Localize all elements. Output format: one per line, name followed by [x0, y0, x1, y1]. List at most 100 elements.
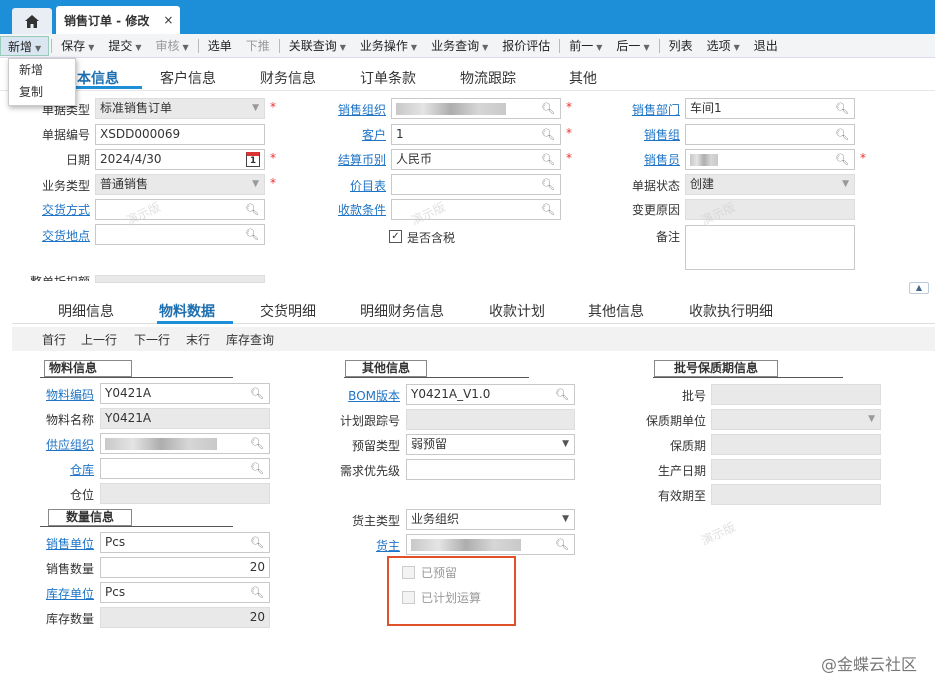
delivery-place-label[interactable]: 交货地点 [34, 227, 90, 244]
calendar-icon[interactable]: 1 [246, 152, 260, 167]
material-code-label[interactable]: 物料编码 [30, 386, 94, 403]
search-icon[interactable]: 🔍︎ [555, 385, 569, 404]
toolbar-button-13[interactable]: 选项 ▼ [700, 36, 747, 56]
owner-type-select[interactable]: 业务组织 ▼ [406, 509, 575, 530]
toolbar-button-7[interactable]: 业务操作 ▼ [353, 36, 424, 56]
tab-customer-info[interactable]: 客户信息 [160, 68, 216, 88]
sales-dept-field[interactable]: 车间1 🔍︎ [685, 98, 855, 119]
sales-qty-field[interactable]: 20 [100, 557, 270, 578]
first-row-button[interactable]: 首行 [42, 331, 66, 348]
biz-type-field[interactable]: 普通销售 ▼ [95, 174, 265, 195]
collapse-icon[interactable]: ▲ [909, 282, 929, 294]
toolbar-button-11[interactable]: 后一 ▼ [609, 36, 656, 56]
doc-no-field[interactable]: XSDD000069 [95, 124, 265, 145]
search-icon[interactable]: 🔍︎ [835, 99, 849, 118]
home-tab[interactable] [12, 8, 52, 34]
tab-finance-info[interactable]: 财务信息 [260, 68, 316, 88]
document-tab[interactable]: 销售订单 - 修改 × [56, 6, 180, 34]
search-icon[interactable]: 🔍︎ [541, 150, 555, 169]
date-field[interactable]: 2024/4/30 1 [95, 149, 265, 170]
sales-org-label[interactable]: 销售组织 [320, 101, 386, 118]
material-code-field[interactable]: Y0421A 🔍︎ [100, 383, 270, 404]
customer-label[interactable]: 客户 [320, 126, 386, 143]
tab-other[interactable]: 其他 [569, 68, 597, 88]
toolbar-button-4[interactable]: 选单 [201, 36, 239, 56]
owner-field[interactable]: 🔍︎ [406, 534, 575, 555]
tab-basic-info[interactable]: 本信息 [77, 68, 119, 88]
close-icon[interactable]: × [163, 13, 173, 27]
toolbar-button-8[interactable]: 业务查询 ▼ [424, 36, 495, 56]
search-icon[interactable]: 🔍︎ [835, 150, 849, 169]
currency-field[interactable]: 人民币 🔍︎ [391, 149, 561, 170]
tab-receipt-execution[interactable]: 收款执行明细 [689, 301, 773, 321]
last-row-button[interactable]: 末行 [186, 331, 210, 348]
tab-order-terms[interactable]: 订单条款 [360, 68, 416, 88]
toolbar-button-10[interactable]: 前一 ▼ [562, 36, 609, 56]
search-icon[interactable]: 🔍︎ [541, 99, 555, 118]
tab-delivery-detail[interactable]: 交货明细 [260, 301, 316, 321]
search-icon[interactable]: 🔍︎ [541, 175, 555, 194]
search-icon[interactable]: 🔍︎ [250, 434, 264, 453]
search-icon[interactable]: 🔍︎ [835, 125, 849, 144]
chevron-down-icon: ▼ [339, 42, 346, 52]
price-list-field[interactable]: 🔍︎ [391, 174, 561, 195]
search-icon[interactable]: 🔍︎ [250, 384, 264, 403]
salesman-label[interactable]: 销售员 [610, 151, 680, 168]
search-icon[interactable]: 🔍︎ [250, 459, 264, 478]
demand-priority-field[interactable] [406, 459, 575, 480]
search-icon[interactable]: 🔍︎ [245, 200, 259, 219]
tab-logistics[interactable]: 物流跟踪 [460, 68, 516, 88]
reserve-type-select[interactable]: 弱预留 ▼ [406, 434, 575, 455]
toolbar-button-1[interactable]: 保存 ▼ [54, 36, 101, 56]
supply-org-label[interactable]: 供应组织 [30, 436, 94, 453]
menu-item-copy[interactable]: 复制 [9, 81, 75, 103]
warehouse-field[interactable]: 🔍︎ [100, 458, 270, 479]
sales-unit-label[interactable]: 销售单位 [30, 535, 94, 552]
warehouse-label[interactable]: 仓库 [30, 461, 94, 478]
toolbar-button-12[interactable]: 列表 [662, 36, 700, 56]
sales-unit-field[interactable]: Pcs 🔍︎ [100, 532, 270, 553]
stock-query-button[interactable]: 库存查询 [226, 331, 274, 348]
sales-org-field[interactable]: 🔍︎ [391, 98, 561, 119]
salesman-field[interactable]: 🔍︎ [685, 149, 855, 170]
toolbar-button-6[interactable]: 关联查询 ▼ [282, 36, 353, 56]
bom-label[interactable]: BOM版本 [330, 387, 400, 404]
sales-group-label[interactable]: 销售组 [610, 126, 680, 143]
toolbar-button-9[interactable]: 报价评估 [495, 36, 557, 56]
remark-textarea[interactable] [685, 225, 855, 270]
owner-label[interactable]: 货主 [330, 537, 400, 554]
search-icon[interactable]: 🔍︎ [250, 583, 264, 602]
search-icon[interactable]: 🔍︎ [555, 535, 569, 554]
partial-field[interactable] [95, 275, 265, 283]
sales-group-field[interactable]: 🔍︎ [685, 124, 855, 145]
prev-row-button[interactable]: 上一行 [81, 331, 117, 348]
tab-receipt-plan[interactable]: 收款计划 [489, 301, 545, 321]
tab-other-info[interactable]: 其他信息 [588, 301, 644, 321]
sales-dept-label[interactable]: 销售部门 [610, 101, 680, 118]
delivery-method-field[interactable]: 🔍︎ [95, 199, 265, 220]
menu-item-new[interactable]: 新增 [9, 59, 75, 81]
next-row-button[interactable]: 下一行 [134, 331, 170, 348]
toolbar-button-2[interactable]: 提交 ▼ [101, 36, 148, 56]
price-list-label[interactable]: 价目表 [320, 177, 386, 194]
search-icon[interactable]: 🔍︎ [541, 200, 555, 219]
currency-label[interactable]: 结算币别 [320, 151, 386, 168]
search-icon[interactable]: 🔍︎ [250, 533, 264, 552]
bom-field[interactable]: Y0421A_V1.0 🔍︎ [406, 384, 575, 405]
stock-unit-label[interactable]: 库存单位 [30, 585, 94, 602]
payment-terms-label[interactable]: 收款条件 [320, 201, 386, 218]
customer-field[interactable]: 1 🔍︎ [391, 124, 561, 145]
stock-unit-field[interactable]: Pcs 🔍︎ [100, 582, 270, 603]
search-icon[interactable]: 🔍︎ [245, 225, 259, 244]
tab-detail-finance[interactable]: 明细财务信息 [360, 301, 444, 321]
delivery-place-field[interactable]: 🔍︎ [95, 224, 265, 245]
toolbar-button-0[interactable]: 新增 ▼ [0, 35, 50, 56]
toolbar-button-14[interactable]: 退出 [747, 36, 785, 56]
tax-included-checkbox[interactable]: ✓ [389, 230, 402, 243]
delivery-method-label[interactable]: 交货方式 [34, 201, 90, 218]
search-icon[interactable]: 🔍︎ [541, 125, 555, 144]
tab-material-data[interactable]: 物料数据 [159, 301, 215, 321]
supply-org-field[interactable]: 🔍︎ [100, 433, 270, 454]
doc-type-field[interactable]: 标准销售订单 ▼ [95, 98, 265, 119]
tab-detail-info[interactable]: 明细信息 [58, 301, 114, 321]
